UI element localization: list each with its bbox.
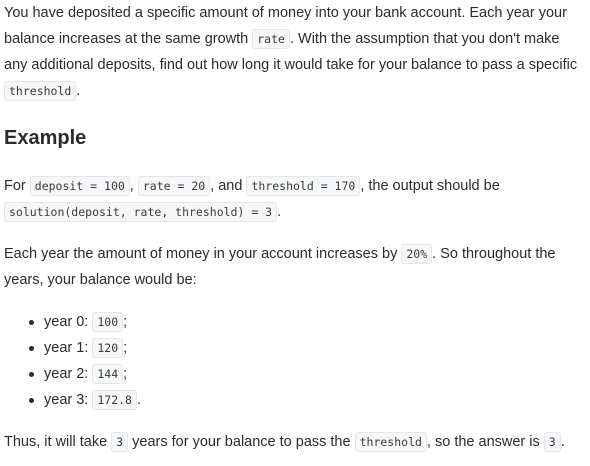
year-balance-list: year 0: 100; year 1: 120; year 2: 144; y… (4, 309, 141, 413)
list-item: year 2: 144; (28, 361, 141, 387)
balance-code: 172.8 (92, 390, 137, 410)
example-text-3: , and (210, 178, 247, 194)
threshold-code: threshold (4, 81, 77, 101)
conclusion-text-3: , so the answer is (426, 434, 544, 450)
conclusion-text-2: years for your balance to pass the (128, 434, 355, 450)
years-count-code: 3 (111, 432, 129, 452)
list-item: year 3: 172.8. (28, 387, 142, 413)
year-label: year 2: (44, 366, 93, 382)
year-label: year 0: (44, 314, 93, 330)
list-item: year 0: 100; (28, 309, 141, 335)
balance-code: 100 (92, 312, 124, 332)
conclusion-paragraph: Thus, it will take 3 years for your bala… (4, 429, 586, 455)
intro-paragraph: You have deposited a specific amount of … (4, 0, 586, 104)
conclusion-text-4: . (560, 434, 565, 450)
rate-code: rate (252, 29, 290, 49)
threshold-value-code: threshold = 170 (246, 176, 361, 196)
balance-code: 144 (92, 364, 124, 384)
conclusion-text-1: Thus, it will take (4, 434, 112, 450)
example-text-2: , (129, 178, 138, 194)
example-text-1: For (4, 178, 30, 194)
example-paragraph: For deposit = 100, rate = 20, and thresh… (4, 173, 586, 225)
list-punctuation: ; (123, 314, 128, 330)
growth-paragraph: Each year the amount of money in your ac… (4, 241, 586, 293)
list-punctuation: ; (123, 340, 128, 356)
balance-code: 120 (92, 338, 124, 358)
intro-text-3: . (76, 83, 81, 99)
example-text-4: , the output should be (360, 178, 500, 194)
example-text-5: . (277, 204, 282, 220)
year-label: year 3: (44, 392, 93, 408)
percent-code: 20% (401, 244, 433, 264)
deposit-code: deposit = 100 (29, 176, 130, 196)
year-label: year 1: (44, 340, 93, 356)
list-item: year 1: 120; (28, 335, 141, 361)
list-punctuation: ; (123, 366, 128, 382)
threshold-ref-code: threshold (354, 432, 427, 452)
list-punctuation: . (136, 392, 142, 408)
answer-code: 3 (543, 432, 561, 452)
example-heading: Example (4, 127, 87, 149)
rate-value-code: rate = 20 (137, 176, 211, 196)
solution-call-code: solution(deposit, rate, threshold) = 3 (4, 202, 278, 222)
growth-text-1: Each year the amount of money in your ac… (4, 246, 402, 262)
